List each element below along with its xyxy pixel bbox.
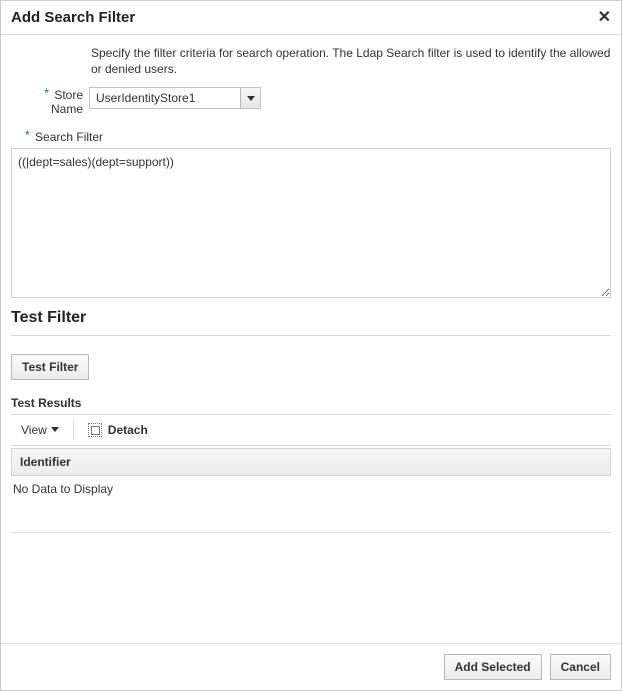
chevron-down-icon — [247, 96, 255, 101]
store-name-label: * Store Name — [11, 87, 89, 115]
section-divider — [11, 335, 611, 336]
store-name-dropdown-button[interactable] — [240, 88, 260, 108]
store-name-input[interactable] — [90, 88, 240, 108]
content-divider — [11, 532, 611, 533]
detach-button[interactable]: Detach — [88, 423, 148, 437]
dialog-help-text: Specify the filter criteria for search o… — [91, 45, 611, 77]
dialog-footer: Add Selected Cancel — [1, 643, 621, 690]
toolbar-divider — [73, 420, 74, 440]
search-filter-textarea[interactable] — [11, 148, 611, 298]
grid-column-header-identifier[interactable]: Identifier — [11, 448, 611, 476]
grid-empty-message: No Data to Display — [11, 476, 611, 502]
dialog-header: Add Search Filter ✕ — [1, 1, 621, 35]
test-filter-button[interactable]: Test Filter — [11, 354, 89, 380]
close-icon[interactable]: ✕ — [598, 10, 611, 26]
add-selected-button[interactable]: Add Selected — [444, 654, 542, 680]
search-filter-label: Search Filter — [35, 130, 103, 144]
test-filter-section-title: Test Filter — [11, 309, 611, 327]
store-label-line2: Name — [51, 102, 83, 116]
search-filter-field-wrap — [11, 148, 611, 301]
test-results-heading: Test Results — [11, 396, 611, 410]
store-name-row: * Store Name — [11, 87, 611, 115]
required-asterisk-icon: * — [44, 86, 49, 100]
detach-label: Detach — [108, 423, 148, 437]
required-asterisk-icon: * — [25, 128, 30, 142]
results-toolbar: View Detach — [11, 414, 611, 446]
dialog-title: Add Search Filter — [11, 9, 135, 26]
cancel-button[interactable]: Cancel — [550, 654, 611, 680]
search-filter-label-row: * Search Filter — [25, 130, 611, 144]
store-label-line1: Store — [54, 88, 83, 102]
view-menu-label: View — [21, 423, 47, 437]
add-search-filter-dialog: Add Search Filter ✕ Specify the filter c… — [0, 0, 622, 691]
store-name-combobox[interactable] — [89, 87, 261, 109]
detach-icon — [88, 423, 102, 437]
view-menu[interactable]: View — [17, 421, 63, 439]
chevron-down-icon — [51, 427, 59, 432]
dialog-body: Specify the filter criteria for search o… — [1, 35, 621, 643]
